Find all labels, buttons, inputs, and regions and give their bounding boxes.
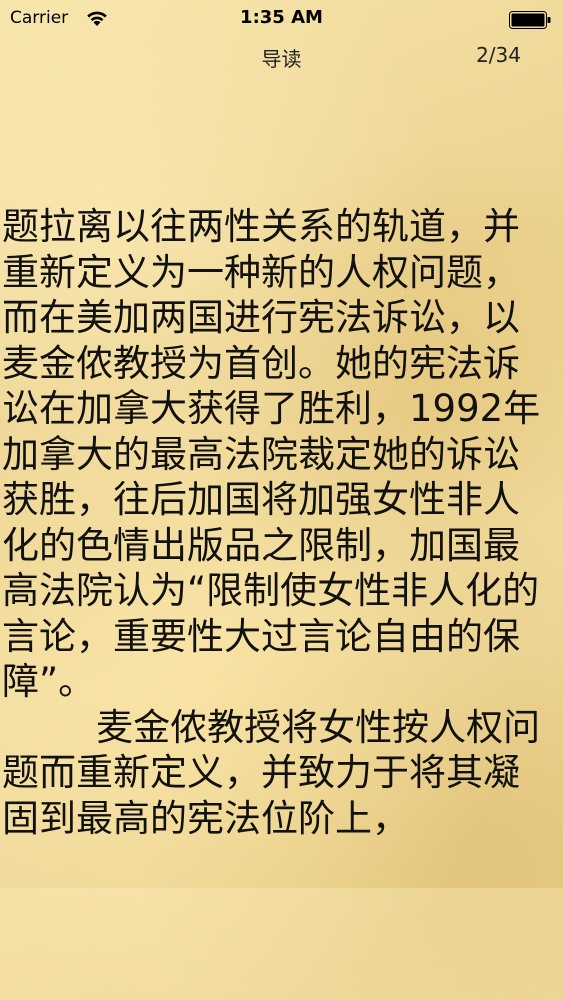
clock-time: 1:35 AM: [240, 7, 323, 28]
page-bottom-area[interactable]: [0, 888, 563, 1000]
battery-icon: [509, 11, 551, 29]
reading-page[interactable]: 题拉离以往两性关系的轨道，并 重新定义为一种新的人权问题， 而在美加两国进行宪法…: [0, 204, 563, 888]
book-text: 题拉离以往两性关系的轨道，并 重新定义为一种新的人权问题， 而在美加两国进行宪法…: [2, 205, 541, 840]
status-bar: Carrier 1:35 AM: [0, 0, 563, 38]
page-counter: 2/34: [476, 43, 521, 67]
navigation-bar: 导读 2/34: [0, 38, 563, 74]
